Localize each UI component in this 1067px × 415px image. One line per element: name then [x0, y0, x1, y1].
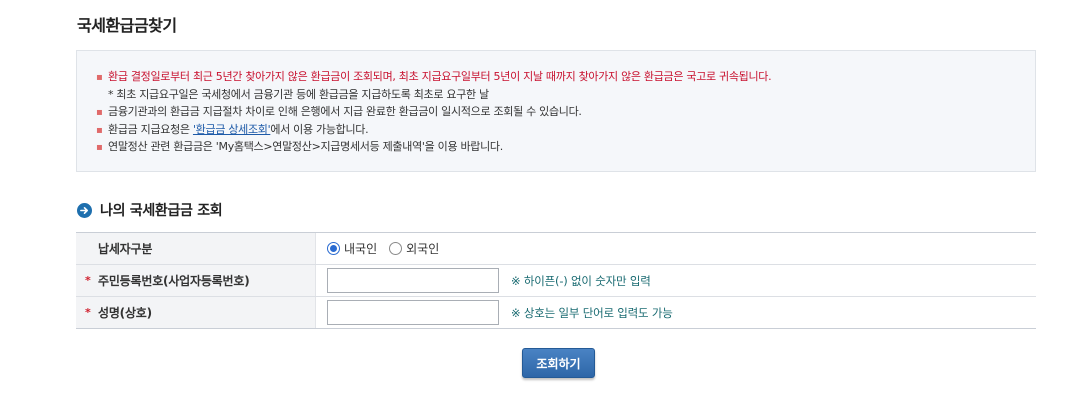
taxpayer-type-label: 납세자구분: [98, 242, 153, 256]
notice-text: 환급금 지급요청은: [108, 122, 193, 136]
notice-text: 연말정산 관련 환급금은 'My홈택스>연말정산>지급명세서등 제출내역'을 이…: [108, 140, 503, 153]
bullet-icon: ▪: [96, 124, 103, 136]
section-title-text: 나의 국세환급금 조회: [100, 203, 223, 219]
required-asterisk-icon: *: [85, 306, 91, 319]
form-row-taxpayer-type: 납세자구분 내국인 외국인: [76, 233, 1036, 265]
notice-text: 에서 이용 가능합니다.: [270, 122, 369, 136]
notice-item-retention: ▪ 환급 결정일로부터 최근 5년간 찾아가지 않은 환급금이 조회되며, 최초 …: [96, 68, 1035, 86]
notice-text: 환급 결정일로부터 최근 5년간 찾아가지 않은 환급금이 조회되며, 최초 지…: [108, 70, 772, 83]
bullet-icon: ▪: [96, 142, 103, 153]
notice-text: 금융기관과의 환급금 지급절차 차이로 인해 은행에서 지급 완료한 환급금이 …: [108, 105, 582, 118]
form-row-name: * 성명(상호) ※ 상호는 일부 단어로 입력도 가능: [76, 297, 1036, 329]
notice-item-request-location: ▪ 환급금 지급요청은 '환급금 상세조회'에서 이용 가능합니다.: [96, 121, 1035, 139]
form-label-cell: * 주민등록번호(사업자등록번호): [76, 265, 316, 296]
page-title: 국세환급금찾기: [77, 16, 177, 35]
arrow-right-icon: [80, 206, 89, 214]
id-number-label: 주민등록번호(사업자등록번호): [98, 274, 250, 288]
radio-domestic-label[interactable]: 내국인: [344, 240, 377, 257]
radio-foreign[interactable]: [389, 242, 403, 255]
id-number-input[interactable]: [327, 268, 499, 293]
id-number-hint: ※ 하이픈(-) 없이 숫자만 입력: [511, 273, 651, 288]
radio-foreign-label[interactable]: 외국인: [406, 240, 439, 257]
form-label-cell: 납세자구분: [76, 233, 316, 264]
name-input[interactable]: [327, 300, 499, 325]
notice-subitem-first-request: * 최초 지급요구일은 국세청에서 금융기관 등에 환급금을 지급하도록 최초로…: [96, 86, 1035, 104]
name-cell: ※ 상호는 일부 단어로 입력도 가능: [316, 297, 1036, 328]
required-asterisk-icon: *: [85, 274, 91, 287]
radio-domestic[interactable]: [327, 242, 340, 255]
bullet-icon: ▪: [96, 72, 103, 83]
form-label-cell: * 성명(상호): [76, 297, 316, 328]
name-label: 성명(상호): [98, 306, 152, 320]
notice-item-bank-timing: ▪ 금융기관과의 환급금 지급절차 차이로 인해 은행에서 지급 완료한 환급금이…: [96, 103, 1035, 121]
notice-box: ▪ 환급 결정일로부터 최근 5년간 찾아가지 않은 환급금이 조회되며, 최초 …: [76, 50, 1036, 172]
lookup-form: 납세자구분 내국인 외국인 * 주민등록번호(사업자등록번호) ※ 하이픈(-)…: [76, 232, 1036, 329]
name-hint: ※ 상호는 일부 단어로 입력도 가능: [511, 305, 673, 320]
refund-detail-link[interactable]: '환급금 상세조회': [193, 123, 271, 136]
id-number-cell: ※ 하이픈(-) 없이 숫자만 입력: [316, 265, 1036, 296]
taxpayer-type-options: 내국인 외국인: [316, 233, 1036, 264]
notice-subtext: * 최초 지급요구일은 국세청에서 금융기관 등에 환급금을 지급하도록 최초로…: [108, 87, 489, 101]
notice-item-year-end: ▪ 연말정산 관련 환급금은 'My홈택스>연말정산>지급명세서등 제출내역'을 …: [96, 138, 1035, 156]
bullet-icon: ▪: [96, 107, 103, 118]
search-button[interactable]: 조회하기: [522, 348, 595, 378]
section-title: 나의 국세환급금 조회: [77, 200, 223, 220]
form-row-id-number: * 주민등록번호(사업자등록번호) ※ 하이픈(-) 없이 숫자만 입력: [76, 265, 1036, 297]
arrow-right-circle-icon: [77, 202, 92, 218]
